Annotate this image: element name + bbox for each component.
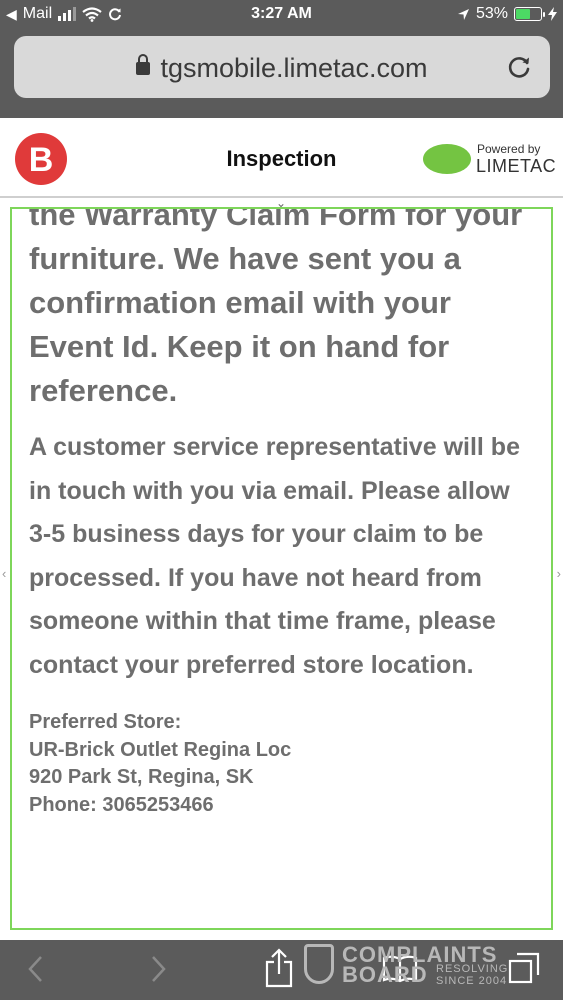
browser-chrome: tgsmobile.limetac.com bbox=[0, 30, 563, 118]
url-text[interactable]: tgsmobile.limetac.com bbox=[160, 53, 427, 83]
battery-percent: 53% bbox=[475, 5, 508, 22]
preferred-store: Preferred Store: UR-Brick Outlet Regina … bbox=[29, 709, 535, 819]
lock-icon bbox=[136, 54, 151, 75]
confirmation-message: the Warranty Claim Form for your furnitu… bbox=[29, 207, 523, 408]
content-frame: the Warranty Claim Form for your furnitu… bbox=[10, 207, 553, 930]
powered-by-label: Powered by bbox=[477, 142, 541, 156]
store-phone[interactable]: Phone: 3065253466 bbox=[29, 792, 535, 820]
location-icon bbox=[457, 8, 469, 20]
content-body: the Warranty Claim Form for your furnitu… bbox=[29, 207, 535, 819]
share-icon[interactable] bbox=[264, 948, 294, 988]
limetac-logo-icon bbox=[423, 144, 471, 174]
watermark-line4: SINCE 2004 bbox=[436, 975, 508, 987]
watermark-line2: BOARD bbox=[342, 962, 428, 987]
reload-icon[interactable] bbox=[506, 54, 532, 80]
left-edge-arrow-icon: ‹ bbox=[2, 566, 7, 581]
app-header: B Inspection Powered by LIMETAC bbox=[0, 118, 563, 198]
right-edge-arrow-icon: › bbox=[556, 566, 561, 581]
forward-arrow-icon[interactable] bbox=[150, 954, 168, 984]
complaints-board-watermark: COMPLAINTS BOARD RESOLVING SINCE 2004 bbox=[300, 942, 530, 990]
store-heading: Preferred Store: bbox=[29, 711, 182, 733]
store-address: 920 Park St, Regina, SK bbox=[29, 766, 254, 788]
url-display[interactable]: tgsmobile.limetac.com bbox=[14, 53, 550, 84]
battery-icon bbox=[514, 7, 545, 21]
watermark-line3: RESOLVING bbox=[436, 963, 509, 975]
service-message: A customer service representative will b… bbox=[29, 433, 520, 679]
powered-by-limetac: Powered by LIMETAC bbox=[423, 140, 556, 180]
back-arrow-icon[interactable] bbox=[26, 954, 44, 984]
shield-logo-icon bbox=[304, 944, 334, 984]
status-right: 53% bbox=[457, 5, 557, 23]
charging-icon bbox=[548, 7, 557, 21]
store-name: UR-Brick Outlet Regina Loc bbox=[29, 738, 292, 761]
status-bar: ◀ Mail 3:27 AM 53% bbox=[0, 0, 563, 30]
limetac-name: LIMETAC bbox=[476, 156, 557, 176]
address-bar[interactable]: tgsmobile.limetac.com bbox=[14, 36, 550, 98]
